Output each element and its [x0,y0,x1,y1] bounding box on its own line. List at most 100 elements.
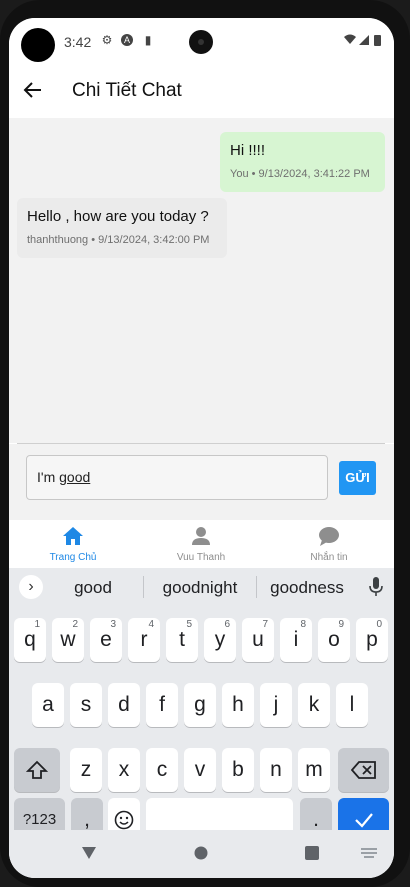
key-n[interactable]: n [260,748,292,792]
person-icon [192,527,210,545]
keyboard-switch-icon[interactable] [361,848,377,858]
front-camera-center [189,30,213,54]
send-button[interactable]: GỬI [339,461,376,495]
key-a[interactable]: a [32,683,64,727]
settings-icon: ⚙ [101,33,113,47]
key-number-hint: 7 [262,619,268,630]
key-label: p [366,628,378,651]
key-number-hint: 8 [300,619,306,630]
key-w[interactable]: w2 [52,618,84,662]
key-label: e [100,628,112,651]
shift-key[interactable] [14,748,60,792]
system-nav-bar [9,830,394,878]
nav-back-icon[interactable] [81,846,97,860]
page-title: Chi Tiết Chat [72,80,182,101]
key-number-hint: 2 [72,619,78,630]
message-bubble-received: Hello , how are you today ? thanhthuong … [17,198,227,258]
status-bar: 3:42 ⚙ A ▮ [9,18,394,64]
key-label: b [232,758,244,781]
key-label: f [159,693,165,716]
key-s[interactable]: s [70,683,102,727]
key-c[interactable]: c [146,748,178,792]
key-d[interactable]: d [108,683,140,727]
key-u[interactable]: u7 [242,618,274,662]
key-label: z [80,758,92,781]
key-number-hint: 6 [224,619,230,630]
message-bubble-sent: Hi !!!! You • 9/13/2024, 3:41:22 PM [220,132,385,192]
back-arrow-icon[interactable] [23,80,43,100]
key-k[interactable]: k [298,683,330,727]
bottom-tab-bar: Trang Chủ Vuu Thanh Nhắn tin [9,520,394,568]
key-g[interactable]: g [184,683,216,727]
status-time: 3:42 [64,34,92,50]
battery-icon [374,35,381,46]
tab-messages[interactable]: Nhắn tin [265,520,393,568]
chevron-right-icon[interactable]: › [19,575,43,599]
key-l[interactable]: l [336,683,368,727]
key-y[interactable]: y6 [204,618,236,662]
key-label: w [60,628,76,651]
tab-profile[interactable]: Vuu Thanh [137,520,265,568]
message-input[interactable]: I'm good [26,455,328,500]
chat-message-list[interactable]: Hi !!!! You • 9/13/2024, 3:41:22 PM Hell… [9,118,394,443]
key-v[interactable]: v [184,748,216,792]
key-label: u [252,628,264,651]
check-icon [354,813,373,828]
key-label: g [194,693,206,716]
key-number-hint: 5 [186,619,192,630]
suggestion-item[interactable]: goodnight [150,578,250,598]
key-label: h [232,693,244,716]
message-meta: You • 9/13/2024, 3:41:22 PM [230,168,370,180]
shift-icon [25,760,49,779]
key-label: n [270,758,282,781]
key-e[interactable]: e3 [90,618,122,662]
key-i[interactable]: i8 [280,618,312,662]
mic-icon[interactable] [369,577,383,597]
app-a-icon: A [121,34,133,46]
message-composer: I'm good GỬI [9,444,394,520]
suggestion-item[interactable]: goodness [257,578,357,598]
key-label: t [179,628,185,651]
key-label: s [80,693,92,716]
key-o[interactable]: o9 [318,618,350,662]
signal-icon [359,35,369,45]
message-meta: thanhthuong • 9/13/2024, 3:42:00 PM [27,234,210,246]
suggestion-divider [143,576,144,598]
key-m[interactable]: m [298,748,330,792]
key-r[interactable]: r4 [128,618,160,662]
tab-home[interactable]: Trang Chủ [9,520,137,568]
key-label: q [24,628,36,651]
chat-bubble-icon [319,527,339,546]
key-x[interactable]: x [108,748,140,792]
nav-home-icon[interactable] [194,846,208,860]
key-label: j [273,693,279,716]
key-label: r [140,628,148,651]
key-f[interactable]: f [146,683,178,727]
key-number-hint: 1 [34,619,40,630]
key-q[interactable]: q1 [14,618,46,662]
backspace-key[interactable] [338,748,389,792]
tab-label: Trang Chủ [49,552,97,563]
input-composing-word: good [59,469,91,485]
message-text: Hi !!!! [230,142,266,159]
phone-screen: 3:42 ⚙ A ▮ Chi Tiết Chat Hi !!!! You • 9… [9,18,394,878]
nav-recents-icon[interactable] [305,846,319,860]
key-label: o [328,628,340,651]
key-b[interactable]: b [222,748,254,792]
key-number-hint: 0 [376,619,382,630]
suggestion-item[interactable]: good [43,578,143,598]
key-label: d [118,693,130,716]
app-bar: Chi Tiết Chat [9,64,394,118]
device-frame: 3:42 ⚙ A ▮ Chi Tiết Chat Hi !!!! You • 9… [0,0,410,887]
tab-label: Vuu Thanh [176,552,226,563]
key-j[interactable]: j [260,683,292,727]
home-icon [63,527,83,545]
key-p[interactable]: p0 [356,618,388,662]
input-text: I'm [37,469,60,485]
key-h[interactable]: h [222,683,254,727]
backspace-icon [350,761,376,779]
sd-card-icon: ▮ [144,33,152,47]
key-t[interactable]: t5 [166,618,198,662]
key-z[interactable]: z [70,748,102,792]
key-number-hint: 4 [148,619,154,630]
